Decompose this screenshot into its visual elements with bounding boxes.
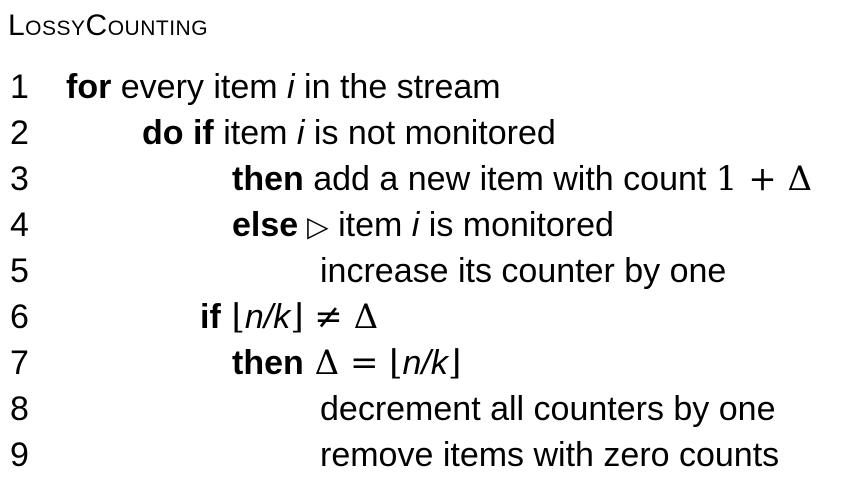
keyword-for: for xyxy=(66,68,112,106)
variable-n-over-k: n/k xyxy=(244,298,291,336)
line-number: 6 xyxy=(10,298,29,336)
code-text: add a new item with count xyxy=(303,160,716,198)
comment-triangle-icon: ▷ xyxy=(298,210,329,243)
line-code: if ⌊n/k⌋ ≠ Δ xyxy=(200,294,378,340)
line-number: 8 xyxy=(10,390,29,428)
code-text: item xyxy=(328,206,412,244)
code-text: every item xyxy=(111,68,288,106)
line-code: increase its counter by one xyxy=(320,252,727,290)
keyword-do-if: do if xyxy=(142,114,214,152)
math-assign: Δ = ⌊ xyxy=(303,343,403,383)
line-code: do if item i is not monitored xyxy=(142,110,556,156)
math-expression: 1 + Δ xyxy=(715,159,813,199)
line-code: then Δ = ⌊n/k⌋ xyxy=(232,340,461,386)
line-number: 5 xyxy=(10,252,29,290)
line-number: 1 xyxy=(10,68,29,106)
line-code: decrement all counters by one xyxy=(320,390,776,428)
algorithm-title: LossyCounting xyxy=(8,9,209,42)
code-text: is not monitored xyxy=(304,114,556,152)
keyword-then: then xyxy=(232,160,304,198)
line-number: 2 xyxy=(10,114,29,152)
variable-n-over-k: n/k xyxy=(402,344,448,382)
variable-i: i xyxy=(287,68,295,106)
line-code: else ▷ item i is monitored xyxy=(232,202,614,250)
line-number: 3 xyxy=(10,160,29,198)
line-number: 4 xyxy=(10,206,29,244)
line-code: for every item i in the stream xyxy=(66,64,501,110)
line-number: 9 xyxy=(10,436,29,474)
math-floor-close: ⌋ xyxy=(447,343,462,383)
math-floor-close: ⌋ ≠ Δ xyxy=(290,297,379,337)
keyword-then: then xyxy=(232,344,304,382)
math-floor-open: ⌊ xyxy=(220,297,245,337)
code-text: is monitored xyxy=(419,206,614,244)
line-code: then add a new item with count 1 + Δ xyxy=(232,156,812,202)
keyword-if: if xyxy=(200,298,221,336)
keyword-else: else xyxy=(232,206,299,244)
line-number: 7 xyxy=(10,344,29,382)
code-text: item xyxy=(213,114,297,152)
line-code: remove items with zero counts xyxy=(320,436,780,474)
code-text: in the stream xyxy=(294,68,501,106)
